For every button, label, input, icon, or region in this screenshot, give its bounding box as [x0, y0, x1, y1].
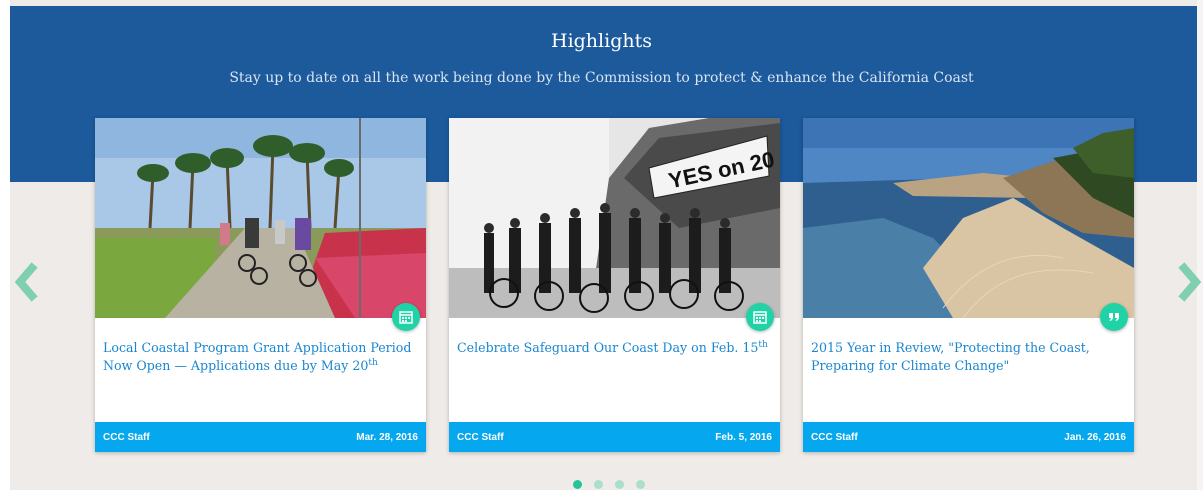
card-author: CCC Staff: [457, 432, 504, 443]
carousel-dot-1[interactable]: [573, 480, 582, 489]
calendar-icon: [753, 311, 767, 324]
card-date: Feb. 5, 2016: [715, 432, 772, 443]
section-subtitle: Stay up to date on all the work being do…: [229, 70, 974, 86]
card-footer: CCC Staff Feb. 5, 2016: [449, 422, 780, 452]
card-author: CCC Staff: [811, 432, 858, 443]
highlight-card[interactable]: 2015 Year in Review, "Protecting the Coa…: [803, 118, 1134, 452]
calendar-badge: [746, 303, 774, 331]
section-title: Highlights: [551, 30, 652, 52]
carousel-dot-3[interactable]: [615, 480, 624, 489]
card-footer: CCC Staff Jan. 26, 2016: [803, 422, 1134, 452]
card-photo: YES on 20: [449, 118, 780, 318]
card-headline[interactable]: Local Coastal Program Grant Application …: [103, 339, 416, 375]
quote-icon: [1109, 313, 1119, 321]
carousel-pagination: [573, 480, 645, 490]
card-author: CCC Staff: [103, 432, 150, 443]
carousel-prev-button[interactable]: [10, 262, 46, 302]
chevron-right-icon: [1178, 262, 1202, 302]
quote-badge: [1100, 303, 1128, 331]
calendar-icon: [399, 311, 413, 324]
highlight-card[interactable]: YES on 20 Celebrate Safeguard Our Coast …: [449, 118, 780, 452]
card-photo: [95, 118, 426, 318]
carousel-next-button[interactable]: [1170, 262, 1203, 302]
carousel-dot-4[interactable]: [636, 480, 645, 489]
card-headline[interactable]: Celebrate Safeguard Our Coast Day on Feb…: [457, 339, 770, 357]
card-footer: CCC Staff Mar. 28, 2016: [95, 422, 426, 452]
card-photo: [803, 118, 1134, 318]
chevron-left-icon: [14, 262, 38, 302]
card-date: Jan. 26, 2016: [1064, 432, 1126, 443]
highlight-card[interactable]: Local Coastal Program Grant Application …: [95, 118, 426, 452]
calendar-badge: [392, 303, 420, 331]
card-date: Mar. 28, 2016: [356, 432, 418, 443]
carousel-dot-2[interactable]: [594, 480, 603, 489]
card-headline[interactable]: 2015 Year in Review, "Protecting the Coa…: [811, 339, 1124, 375]
